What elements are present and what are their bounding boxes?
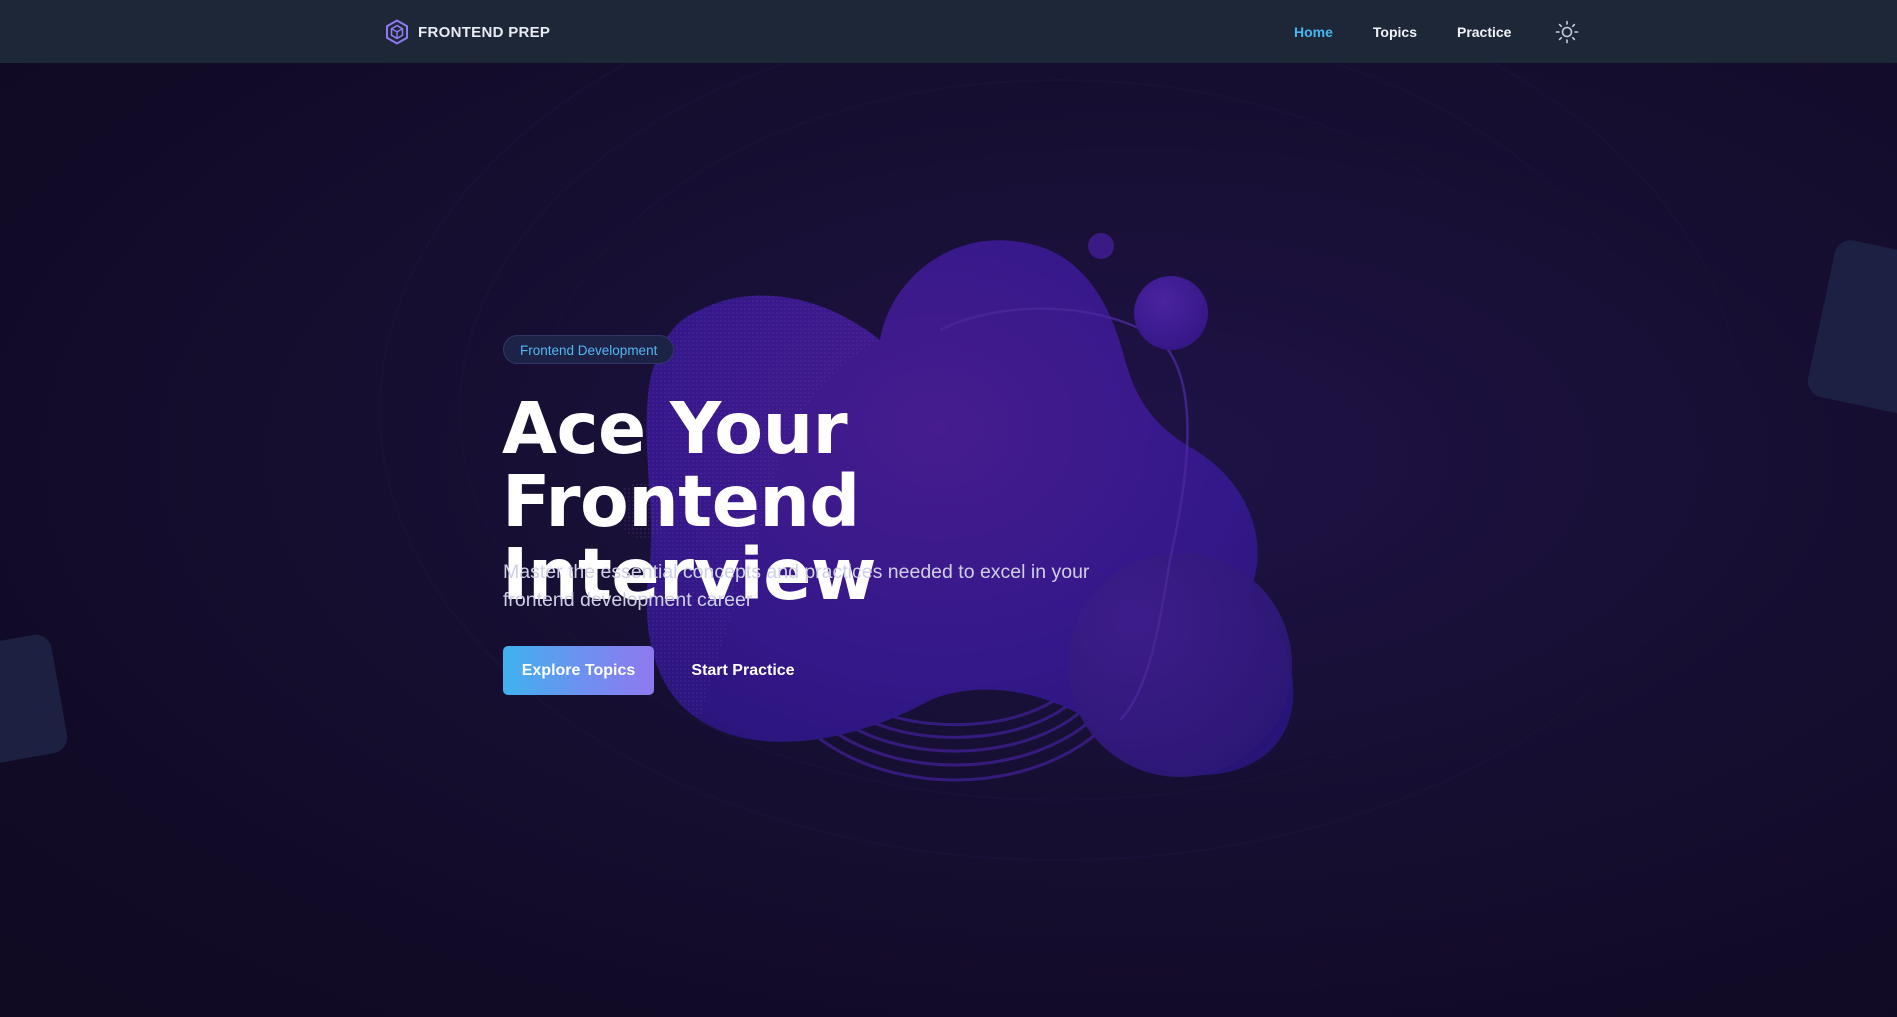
left-decorative-square [0, 634, 68, 766]
nav-link-home[interactable]: Home [1294, 21, 1333, 43]
hero-subtitle-line-2: frontend development career [503, 589, 753, 611]
large-orb [1134, 276, 1208, 350]
hero-subtitle-line-1: Master the essential concepts and practi… [503, 561, 1090, 583]
right-decorative-square [1807, 240, 1897, 420]
brand-name: FRONTEND PREP [418, 23, 551, 41]
sun-icon[interactable] [1555, 20, 1579, 44]
hero-subtitle: Master the essential concepts and practi… [503, 558, 1123, 614]
hero-title-line-1: Ace Your Frontend [502, 387, 860, 543]
nav-link-topics[interactable]: Topics [1373, 21, 1417, 43]
category-badge: Frontend Development [503, 335, 675, 364]
brand[interactable]: FRONTEND PREP [384, 19, 550, 45]
hexagon-cube-icon [386, 19, 408, 45]
nav-link-practice[interactable]: Practice [1457, 21, 1511, 43]
top-navbar: FRONTEND PREP Home Topics Practice [0, 0, 1897, 63]
explore-topics-button[interactable]: Explore Topics [503, 646, 654, 695]
page: FRONTEND PREP Home Topics Practice Front… [0, 0, 1897, 1017]
start-practice-button[interactable]: Start Practice [672, 646, 814, 695]
small-orb [1088, 233, 1114, 259]
nav-links: Home Topics Practice [1294, 20, 1579, 44]
